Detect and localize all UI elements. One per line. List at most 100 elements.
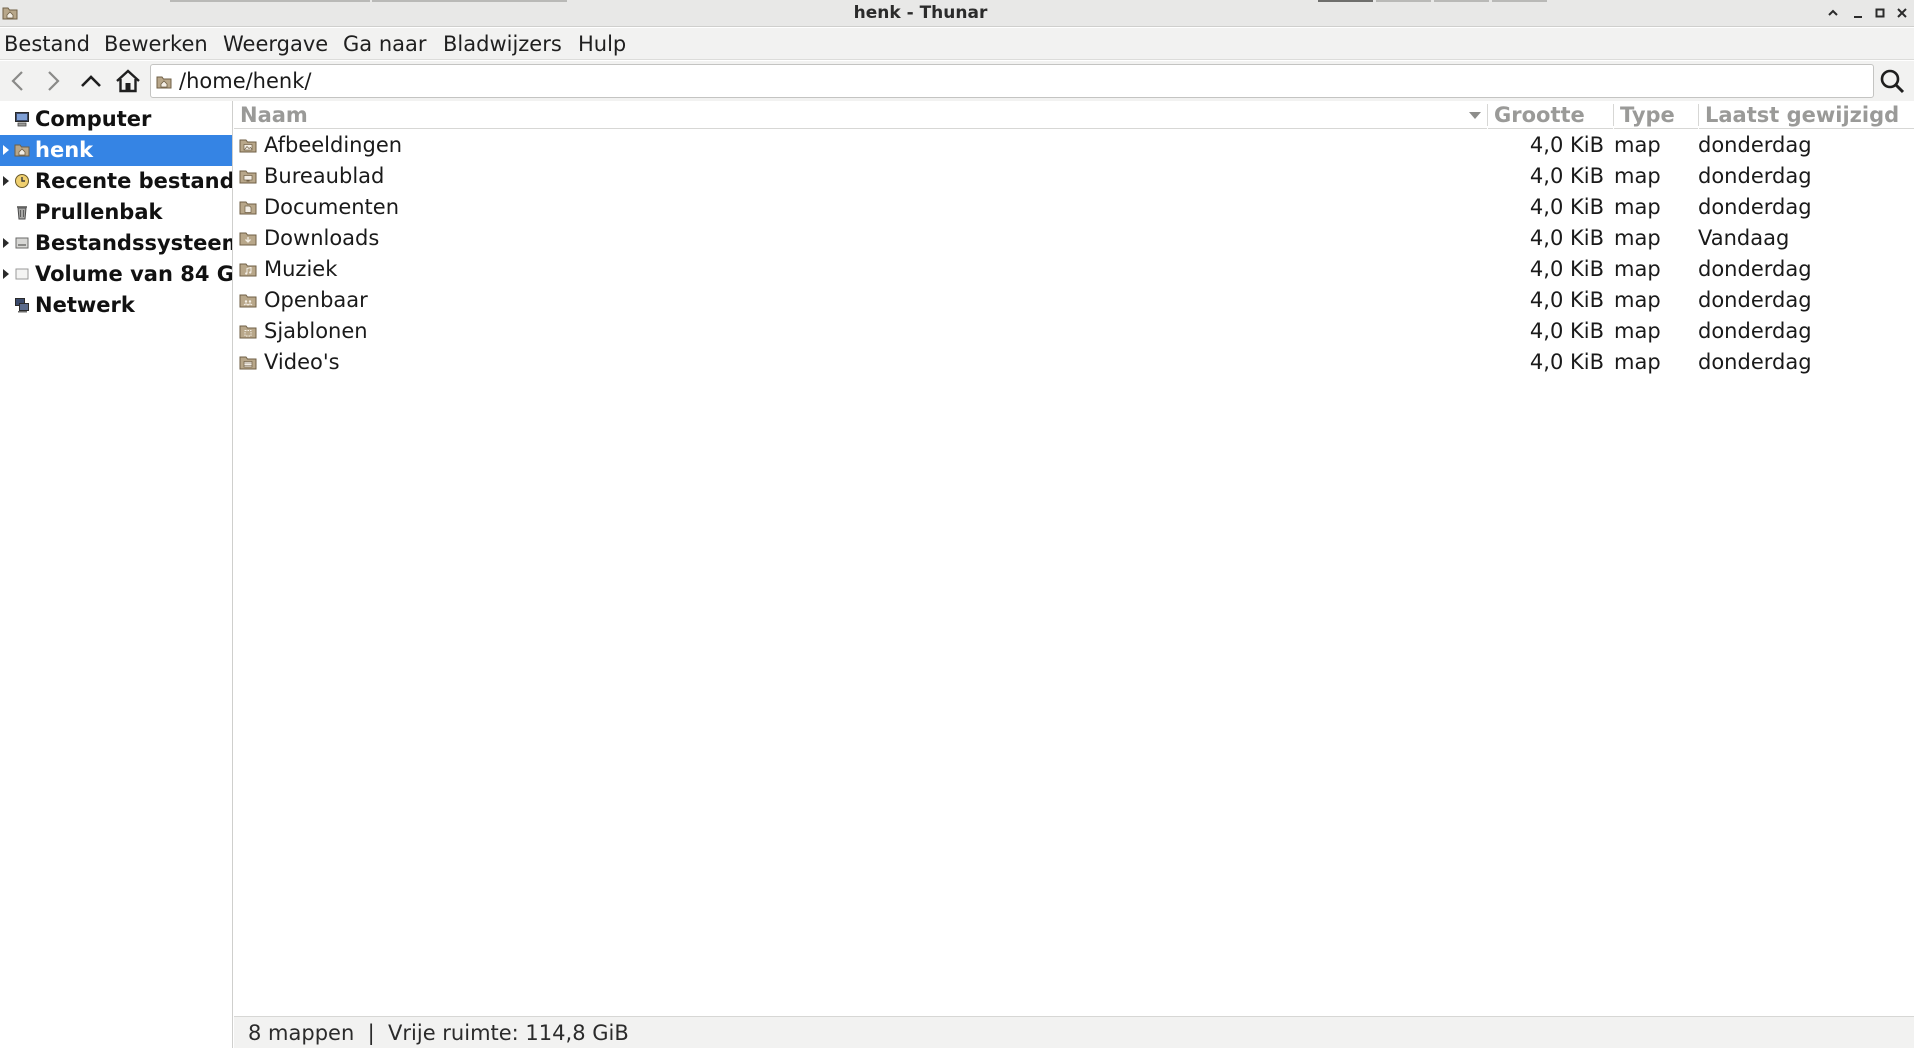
- file-name: Bureaublad: [264, 164, 385, 188]
- parent-folder-icon: [81, 75, 101, 87]
- file-row-bureaublad[interactable]: Bureaublad 4,0 KiB map donderdag: [234, 161, 1914, 192]
- shade-button[interactable]: [1823, 3, 1843, 23]
- file-name: Documenten: [264, 195, 400, 219]
- home-button[interactable]: [113, 66, 143, 96]
- expander-icon[interactable]: [3, 176, 9, 186]
- expander-icon[interactable]: [3, 145, 9, 155]
- forward-button[interactable]: [38, 66, 68, 96]
- file-row-videos[interactable]: Video's 4,0 KiB map donderdag: [234, 347, 1914, 378]
- file-name: Sjablonen: [264, 319, 368, 343]
- sidebar-item-label: Bestandssysteem: [35, 231, 233, 255]
- file-type: map: [1614, 133, 1661, 157]
- column-header-label: Grootte: [1494, 103, 1585, 127]
- sort-descending-icon: [1469, 112, 1481, 119]
- file-size: 4,0 KiB: [1529, 133, 1604, 157]
- trash-icon: [17, 206, 27, 220]
- file-type: map: [1614, 288, 1661, 312]
- file-size: 4,0 KiB: [1529, 288, 1604, 312]
- file-row-sjablonen[interactable]: Sjablonen 4,0 KiB map donderdag: [234, 316, 1914, 347]
- column-header-label: Type: [1620, 103, 1675, 127]
- sidebar-item-label: Recente bestand: [35, 169, 233, 193]
- videos-folder-icon: [239, 356, 257, 370]
- downloads-folder-icon: [239, 232, 257, 246]
- back-button[interactable]: [3, 66, 33, 96]
- minimize-button[interactable]: [1848, 3, 1868, 23]
- file-type: map: [1614, 319, 1661, 343]
- pictures-folder-icon: [239, 139, 257, 153]
- file-size: 4,0 KiB: [1529, 350, 1604, 374]
- documents-folder-icon: [239, 201, 257, 215]
- sidebar-item-henk[interactable]: henk: [0, 135, 232, 166]
- menu-hulp[interactable]: Hulp: [578, 32, 626, 56]
- file-type: map: [1614, 164, 1661, 188]
- forward-icon: [48, 71, 60, 91]
- column-header-modified[interactable]: Laatst gewijzigd: [1699, 101, 1914, 129]
- file-size: 4,0 KiB: [1529, 319, 1604, 343]
- expander-icon[interactable]: [3, 269, 9, 279]
- status-bar: 8 mappen | Vrije ruimte: 114,8 GiB: [234, 1016, 1914, 1048]
- location-bar[interactable]: /home/henk/: [150, 64, 1874, 98]
- title-bar-accent: [1434, 0, 1489, 2]
- file-modified: donderdag: [1698, 195, 1812, 219]
- desktop-folder-icon: [239, 170, 257, 184]
- maximize-icon: [1875, 8, 1885, 18]
- location-path[interactable]: /home/henk/: [179, 69, 311, 93]
- file-row-openbaar[interactable]: Openbaar 4,0 KiB map donderdag: [234, 285, 1914, 316]
- column-header-label: Laatst gewijzigd: [1705, 103, 1900, 127]
- search-button[interactable]: [1877, 66, 1907, 96]
- column-header-name[interactable]: Naam: [234, 101, 1487, 129]
- file-modified: donderdag: [1698, 350, 1812, 374]
- sidebar-item-network[interactable]: Netwerk: [0, 290, 232, 321]
- column-header-size[interactable]: Grootte: [1488, 101, 1613, 129]
- music-folder-icon: [239, 263, 257, 277]
- file-modified: donderdag: [1698, 288, 1812, 312]
- sidebar-item-label: Netwerk: [35, 293, 135, 317]
- file-row-muziek[interactable]: Muziek 4,0 KiB map donderdag: [234, 254, 1914, 285]
- home-folder-icon: [14, 144, 30, 157]
- menu-weergave[interactable]: Weergave: [223, 32, 328, 56]
- file-name: Video's: [264, 350, 340, 374]
- title-bar-accent: [1492, 0, 1547, 2]
- file-modified: donderdag: [1698, 257, 1812, 281]
- sidebar-item-label: Computer: [35, 107, 152, 131]
- sidebar-item-trash[interactable]: Prullenbak: [0, 197, 232, 228]
- menu-bladwijzers[interactable]: Bladwijzers: [443, 32, 562, 56]
- menu-bar: Bestand Bewerken Weergave Ga naar Bladwi…: [0, 28, 1914, 60]
- sidebar-item-computer[interactable]: Computer: [0, 104, 232, 135]
- file-name: Afbeeldingen: [264, 133, 403, 157]
- file-size: 4,0 KiB: [1529, 257, 1604, 281]
- maximize-button[interactable]: [1870, 3, 1890, 23]
- file-name: Downloads: [264, 226, 380, 250]
- file-row-afbeeldingen[interactable]: Afbeeldingen 4,0 KiB map donderdag: [234, 130, 1914, 161]
- menu-bestand[interactable]: Bestand: [4, 32, 90, 56]
- title-bar-accent: [372, 0, 567, 2]
- close-icon: [1897, 8, 1907, 18]
- column-header-label: Naam: [240, 103, 308, 127]
- menu-bewerken[interactable]: Bewerken: [104, 32, 208, 56]
- title-bar-accent: [1376, 0, 1431, 2]
- sidebar-item-volume[interactable]: Volume van 84 G: [0, 259, 233, 290]
- chevron-up-icon: [1828, 9, 1838, 16]
- menu-ga-naar[interactable]: Ga naar: [343, 32, 427, 56]
- column-header-type[interactable]: Type: [1614, 101, 1698, 129]
- file-size: 4,0 KiB: [1529, 195, 1604, 219]
- file-list: Naam Grootte Type Laatst gewijzigd Afbee…: [234, 101, 1914, 1016]
- close-button[interactable]: [1892, 3, 1912, 23]
- expander-icon[interactable]: [3, 238, 9, 248]
- filesystem-icon: [15, 237, 29, 249]
- minimize-icon: [1854, 16, 1862, 18]
- templates-folder-icon: [239, 325, 257, 339]
- sidebar: Computer henk Recente bestand Prullenbak…: [0, 101, 233, 1048]
- back-icon: [11, 71, 23, 91]
- title-bar-accent: [170, 0, 370, 2]
- sidebar-item-label: henk: [35, 138, 94, 162]
- sidebar-item-filesystem[interactable]: Bestandssysteem: [0, 228, 233, 259]
- file-type: map: [1614, 195, 1661, 219]
- file-row-documenten[interactable]: Documenten 4,0 KiB map donderdag: [234, 192, 1914, 223]
- file-row-downloads[interactable]: Downloads 4,0 KiB map Vandaag: [234, 223, 1914, 254]
- toolbar: /home/henk/: [0, 61, 1914, 101]
- sidebar-item-label: Volume van 84 G: [35, 262, 233, 286]
- parent-folder-button[interactable]: [76, 66, 106, 96]
- sidebar-item-recent[interactable]: Recente bestand: [0, 166, 233, 197]
- file-size: 4,0 KiB: [1529, 164, 1604, 188]
